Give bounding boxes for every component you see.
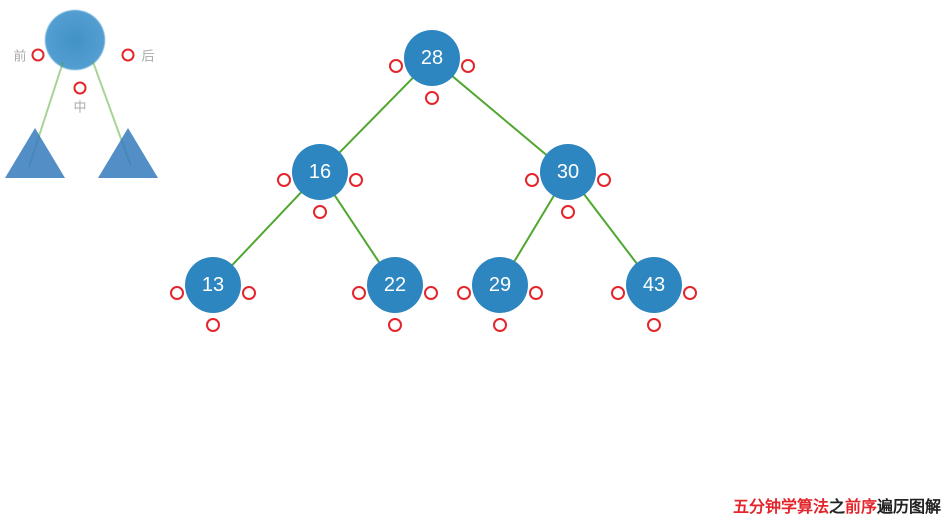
- visit-marker-in: [388, 318, 402, 332]
- tree-node-30: 30: [540, 144, 596, 200]
- visit-marker-pre: [457, 286, 471, 300]
- legend-subtree-right: [98, 128, 158, 178]
- diagram-canvas: 前 中 后 28 16 30 13 22 29 43 五分钟学算法之前序遍历图解: [0, 0, 951, 525]
- visit-marker-in: [206, 318, 220, 332]
- legend-back-marker: [122, 49, 135, 62]
- tree-node-28: 28: [404, 30, 460, 86]
- visit-marker-in: [313, 205, 327, 219]
- visit-marker-in: [493, 318, 507, 332]
- visit-marker-in: [561, 205, 575, 219]
- visit-marker-pre: [525, 173, 539, 187]
- legend-root-node: [45, 10, 105, 70]
- tree-node-16: 16: [292, 144, 348, 200]
- footer-brand: 五分钟学算法: [733, 499, 829, 516]
- visit-marker-post: [424, 286, 438, 300]
- visit-marker-post: [461, 59, 475, 73]
- visit-marker-in: [647, 318, 661, 332]
- visit-marker-post: [683, 286, 697, 300]
- visit-marker-post: [242, 286, 256, 300]
- legend-mid-label: 中: [73, 97, 86, 116]
- legend-front-marker: [32, 49, 45, 62]
- tree-node-13: 13: [185, 257, 241, 313]
- visit-marker-post: [529, 286, 543, 300]
- visit-marker-pre: [611, 286, 625, 300]
- visit-marker-pre: [277, 173, 291, 187]
- legend-back-label: 后: [141, 46, 154, 65]
- legend-mid-marker: [74, 82, 87, 95]
- visit-marker-post: [597, 173, 611, 187]
- legend: 前 中 后: [0, 0, 170, 190]
- footer-suffix: 遍历图解: [877, 499, 941, 516]
- footer-topic: 前序: [845, 499, 877, 516]
- visit-marker-pre: [170, 286, 184, 300]
- legend-subtree-left: [5, 128, 65, 178]
- legend-front-label: 前: [13, 46, 26, 65]
- visit-marker-pre: [352, 286, 366, 300]
- tree-node-43: 43: [626, 257, 682, 313]
- footer-caption: 五分钟学算法之前序遍历图解: [733, 493, 941, 517]
- visit-marker-in: [425, 91, 439, 105]
- footer-connector: 之: [829, 499, 845, 516]
- visit-marker-pre: [389, 59, 403, 73]
- visit-marker-post: [349, 173, 363, 187]
- tree-node-22: 22: [367, 257, 423, 313]
- tree-node-29: 29: [472, 257, 528, 313]
